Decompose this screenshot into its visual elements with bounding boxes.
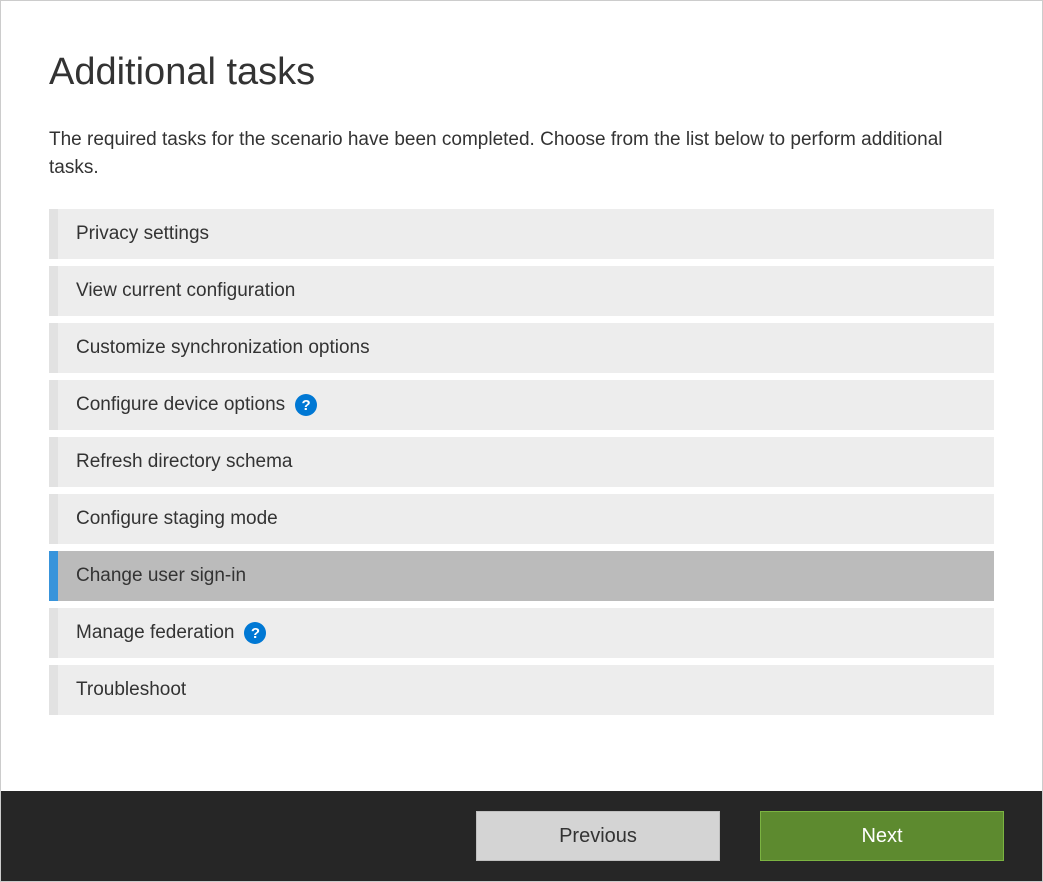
- accent-bar: [49, 551, 58, 601]
- task-list: Privacy settings View current configurati…: [49, 209, 994, 715]
- task-item-manage-federation[interactable]: Manage federation?: [49, 608, 994, 658]
- accent-bar: [49, 665, 58, 715]
- previous-button[interactable]: Previous: [476, 811, 720, 861]
- task-label: View current configuration: [58, 280, 295, 302]
- accent-bar: [49, 209, 58, 259]
- task-label: Refresh directory schema: [58, 451, 292, 473]
- task-label: Troubleshoot: [58, 679, 186, 701]
- next-button[interactable]: Next: [760, 811, 1004, 861]
- task-item-view-current-configuration[interactable]: View current configuration: [49, 266, 994, 316]
- help-icon[interactable]: ?: [295, 394, 317, 416]
- task-label: Manage federation: [58, 622, 234, 644]
- page-description: The required tasks for the scenario have…: [49, 126, 994, 181]
- task-item-configure-device-options[interactable]: Configure device options?: [49, 380, 994, 430]
- task-label: Change user sign-in: [58, 565, 246, 587]
- task-label: Customize synchronization options: [58, 337, 370, 359]
- task-item-privacy-settings[interactable]: Privacy settings: [49, 209, 994, 259]
- accent-bar: [49, 266, 58, 316]
- task-item-configure-staging-mode[interactable]: Configure staging mode: [49, 494, 994, 544]
- task-item-change-user-sign-in[interactable]: Change user sign-in: [49, 551, 994, 601]
- help-icon[interactable]: ?: [244, 622, 266, 644]
- task-label: Privacy settings: [58, 223, 209, 245]
- footer-bar: Previous Next: [1, 791, 1042, 881]
- task-label: Configure staging mode: [58, 508, 278, 530]
- main-content: Additional tasks The required tasks for …: [1, 1, 1042, 715]
- accent-bar: [49, 380, 58, 430]
- accent-bar: [49, 494, 58, 544]
- page-title: Additional tasks: [49, 51, 994, 94]
- accent-bar: [49, 437, 58, 487]
- accent-bar: [49, 608, 58, 658]
- task-item-customize-synchronization-options[interactable]: Customize synchronization options: [49, 323, 994, 373]
- task-label: Configure device options: [58, 394, 285, 416]
- task-item-troubleshoot[interactable]: Troubleshoot: [49, 665, 994, 715]
- accent-bar: [49, 323, 58, 373]
- task-item-refresh-directory-schema[interactable]: Refresh directory schema: [49, 437, 994, 487]
